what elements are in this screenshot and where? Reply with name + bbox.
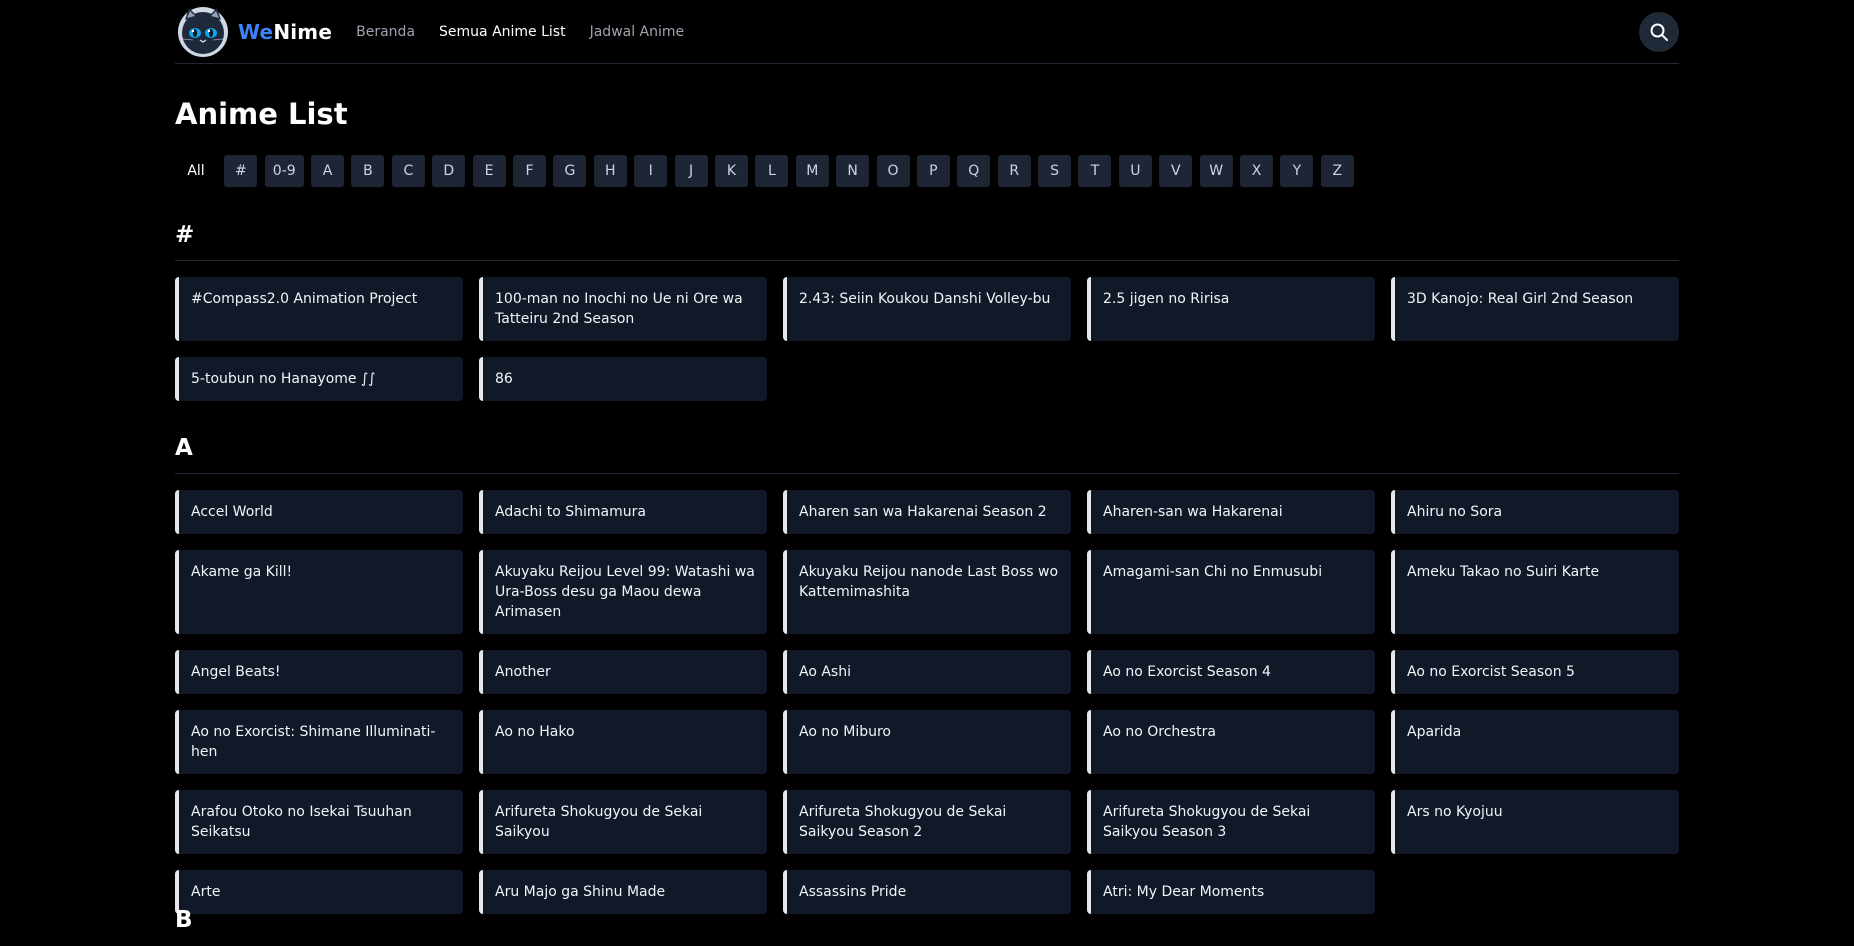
letter-filter-q[interactable]: Q	[957, 155, 991, 187]
letter-filter-x[interactable]: X	[1240, 155, 1274, 187]
letter-filter-t[interactable]: T	[1078, 155, 1112, 187]
anime-card[interactable]: 100-man no Inochi no Ue ni Ore wa Tattei…	[479, 277, 767, 341]
nav-semua-anime-list[interactable]: Semua Anime List	[439, 24, 566, 40]
letter-filter-c[interactable]: C	[391, 155, 425, 187]
anime-card[interactable]: Ameku Takao no Suiri Karte	[1391, 550, 1679, 634]
cat-logo-icon[interactable]	[177, 6, 229, 58]
anime-card[interactable]: 2.43: Seiin Koukou Danshi Volley-bu	[783, 277, 1071, 341]
anime-card[interactable]: 5-toubun no Hanayome ∫∫	[175, 357, 463, 401]
anime-card[interactable]: Ao Ashi	[783, 650, 1071, 694]
letter-filter-s[interactable]: S	[1038, 155, 1072, 187]
nav-jadwal-anime[interactable]: Jadwal Anime	[590, 24, 685, 40]
letter-filter-z[interactable]: Z	[1320, 155, 1354, 187]
anime-card[interactable]: Angel Beats!	[175, 650, 463, 694]
search-button[interactable]	[1639, 12, 1679, 52]
letter-filter-d[interactable]: D	[432, 155, 466, 187]
anime-grid-a: Accel World Adachi to Shimamura Aharen s…	[175, 490, 1679, 914]
letter-filter-n[interactable]: N	[836, 155, 870, 187]
anime-card[interactable]: Ao no Exorcist Season 4	[1087, 650, 1375, 694]
anime-card[interactable]: Another	[479, 650, 767, 694]
section-heading: B	[175, 907, 193, 933]
anime-grid-hash: #Compass2.0 Animation Project 100-man no…	[175, 277, 1679, 401]
anime-card[interactable]: Aparida	[1391, 710, 1679, 774]
anime-card[interactable]: Ahiru no Sora	[1391, 490, 1679, 534]
letter-filter-m[interactable]: M	[795, 155, 829, 187]
section-heading: A	[175, 435, 193, 461]
page-container: WeNime Beranda Semua Anime List Jadwal A…	[175, 0, 1679, 933]
anime-card[interactable]: Ars no Kyojuu	[1391, 790, 1679, 854]
anime-card[interactable]: Ao no Exorcist Season 5	[1391, 650, 1679, 694]
nav-beranda[interactable]: Beranda	[356, 24, 415, 40]
letter-filter-h[interactable]: H	[593, 155, 627, 187]
anime-card[interactable]: Ao no Exorcist: Shimane Illuminati-hen	[175, 710, 463, 774]
anime-card[interactable]: Aharen-san wa Hakarenai	[1087, 490, 1375, 534]
letter-filter-i[interactable]: I	[634, 155, 668, 187]
anime-card[interactable]: Akuyaku Reijou nanode Last Boss wo Katte…	[783, 550, 1071, 634]
letter-filter-f[interactable]: F	[513, 155, 546, 187]
letter-filter-u[interactable]: U	[1118, 155, 1152, 187]
letter-filter-e[interactable]: E	[472, 155, 506, 187]
letter-filter: All # 0-9 A B C D E F G H I J K L M N O …	[175, 155, 1354, 187]
top-navbar: WeNime Beranda Semua Anime List Jadwal A…	[175, 0, 1679, 64]
section-heading: #	[175, 222, 195, 248]
anime-card[interactable]: 86	[479, 357, 767, 401]
letter-filter-0-9[interactable]: 0-9	[264, 155, 304, 187]
brand-we: We	[238, 19, 274, 44]
anime-card[interactable]: Accel World	[175, 490, 463, 534]
anime-card[interactable]: Arifureta Shokugyou de Sekai Saikyou	[479, 790, 767, 854]
letter-filter-w[interactable]: W	[1199, 155, 1233, 187]
anime-card[interactable]: #Compass2.0 Animation Project	[175, 277, 463, 341]
letter-filter-p[interactable]: P	[916, 155, 950, 187]
letter-filter-y[interactable]: Y	[1280, 155, 1314, 187]
search-icon	[1650, 23, 1668, 41]
anime-card[interactable]: Aharen san wa Hakarenai Season 2	[783, 490, 1071, 534]
anime-card[interactable]: Akame ga Kill!	[175, 550, 463, 634]
page-title: Anime List	[175, 97, 348, 131]
anime-card[interactable]: Arifureta Shokugyou de Sekai Saikyou Sea…	[783, 790, 1071, 854]
section-header-hash: #	[175, 221, 1679, 261]
anime-card[interactable]: Arafou Otoko no Isekai Tsuuhan Seikatsu	[175, 790, 463, 854]
anime-card[interactable]: 2.5 jigen no Ririsa	[1087, 277, 1375, 341]
anime-card[interactable]: Akuyaku Reijou Level 99: Watashi wa Ura-…	[479, 550, 767, 634]
anime-card[interactable]: 3D Kanojo: Real Girl 2nd Season	[1391, 277, 1679, 341]
anime-card[interactable]: Arifureta Shokugyou de Sekai Saikyou Sea…	[1087, 790, 1375, 854]
letter-filter-r[interactable]: R	[997, 155, 1031, 187]
anime-card[interactable]: Amagami-san Chi no Enmusubi	[1087, 550, 1375, 634]
brand-nime: Nime	[273, 19, 333, 44]
section-header-b: B	[175, 906, 1679, 946]
anime-card[interactable]: Ao no Orchestra	[1087, 710, 1375, 774]
letter-filter-k[interactable]: K	[714, 155, 748, 187]
letter-filter-a[interactable]: A	[311, 155, 345, 187]
letter-filter-j[interactable]: J	[674, 155, 708, 187]
letter-filter-hash[interactable]: #	[224, 155, 258, 187]
anime-card[interactable]: Ao no Miburo	[783, 710, 1071, 774]
anime-card[interactable]: Ao no Hako	[479, 710, 767, 774]
letter-filter-b[interactable]: B	[351, 155, 385, 187]
section-header-a: A	[175, 434, 1679, 474]
anime-card[interactable]: Adachi to Shimamura	[479, 490, 767, 534]
letter-filter-o[interactable]: O	[876, 155, 910, 187]
letter-filter-v[interactable]: V	[1159, 155, 1193, 187]
brand-name[interactable]: WeNime	[238, 20, 332, 44]
letter-filter-all[interactable]: All	[175, 155, 217, 187]
letter-filter-g[interactable]: G	[553, 155, 587, 187]
letter-filter-l[interactable]: L	[755, 155, 789, 187]
main-nav: Beranda Semua Anime List Jadwal Anime	[356, 24, 684, 40]
